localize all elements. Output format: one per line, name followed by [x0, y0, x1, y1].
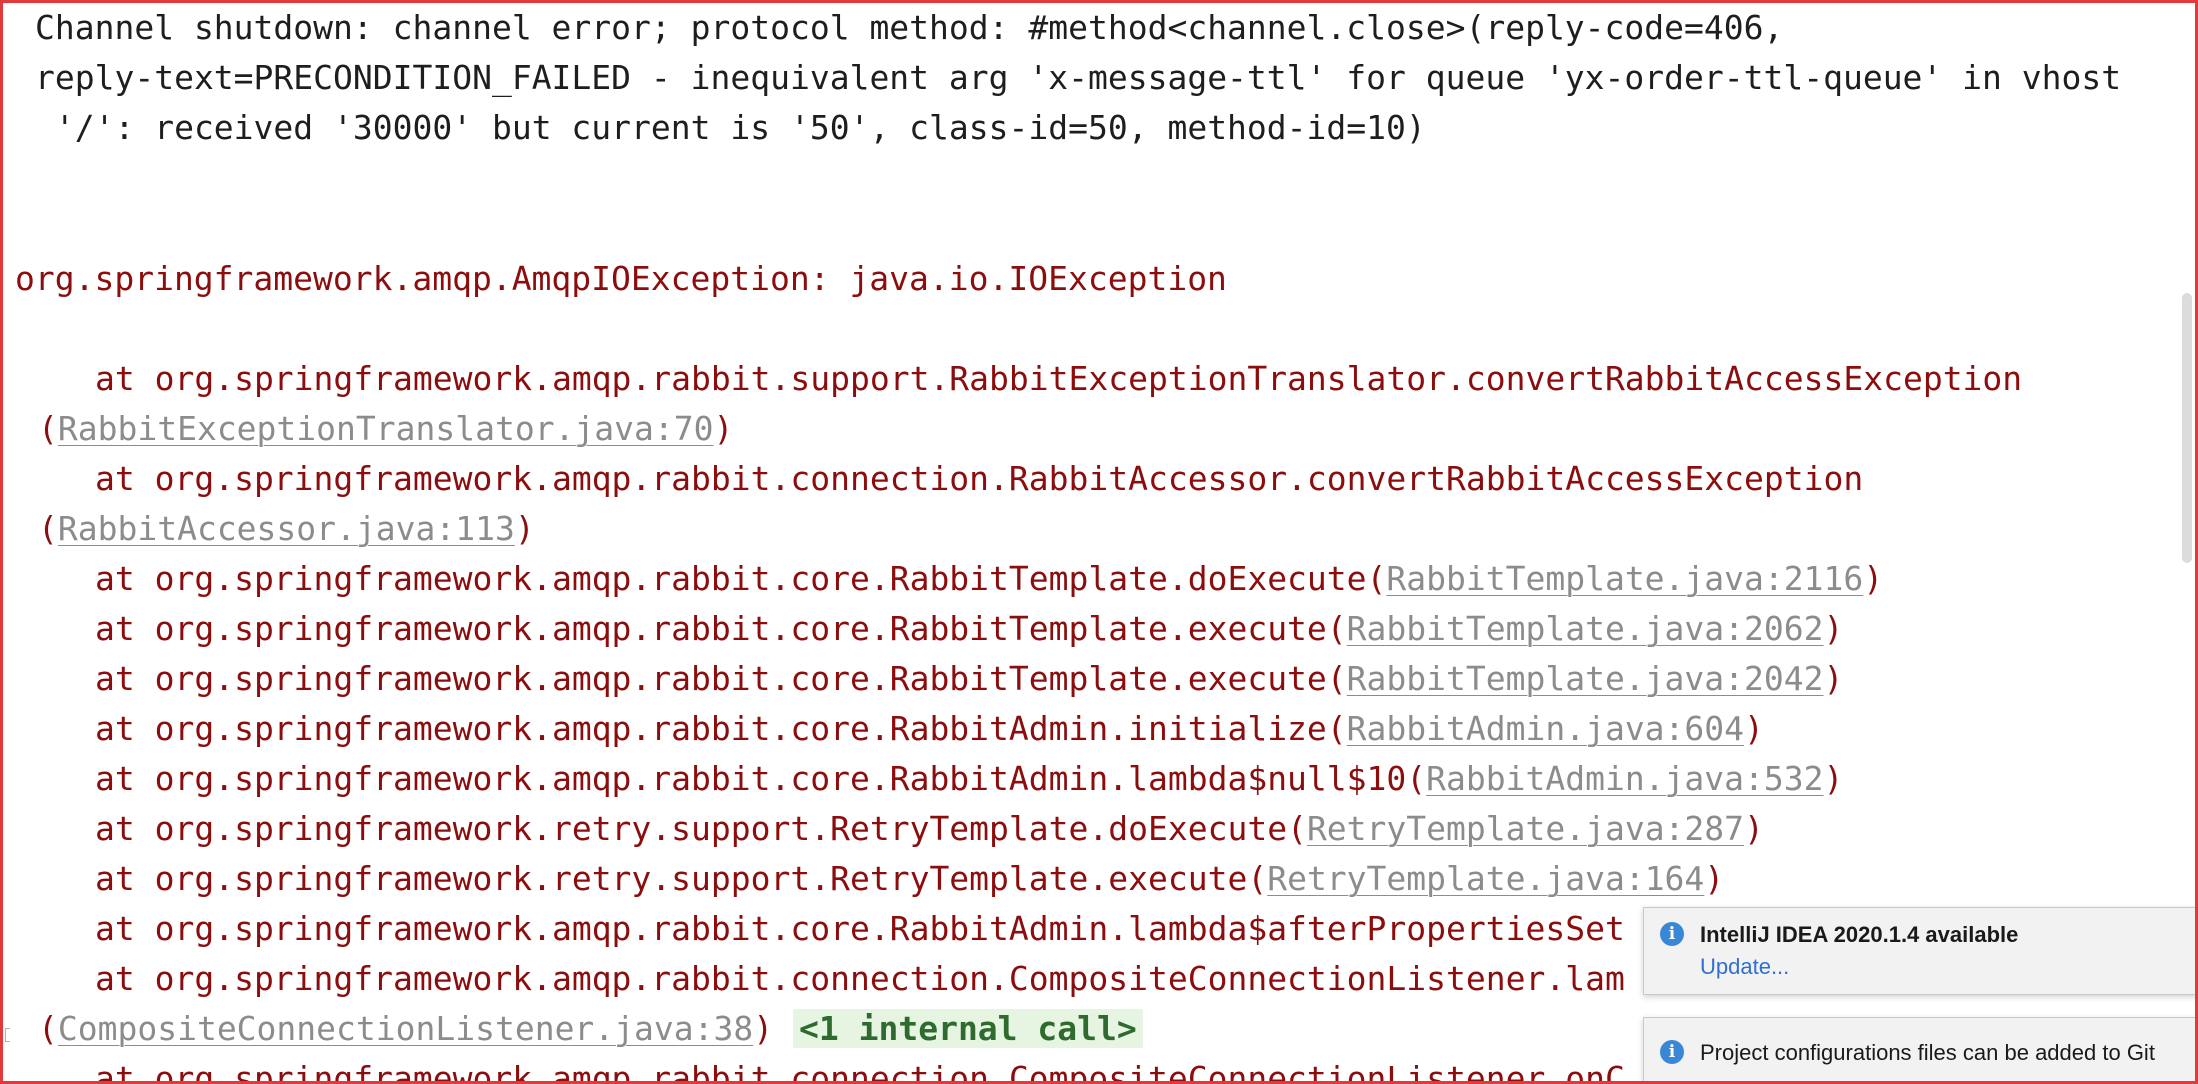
stack-frame-close-paren: ): [1744, 809, 1764, 848]
stack-frame-source-link[interactable]: RabbitTemplate.java:2042: [1347, 659, 1824, 698]
stack-frame-source-link[interactable]: RabbitAdmin.java:604: [1347, 709, 1744, 748]
console-header-line: '/': received '30000' but current is '50…: [35, 108, 1426, 147]
stack-frame-source-link[interactable]: RabbitExceptionTranslator.java:70: [58, 409, 714, 448]
console-header-line: Channel shutdown: channel error; protoco…: [35, 8, 1784, 47]
screenshot-frame: Channel shutdown: channel error; protoco…: [0, 0, 2198, 1084]
stack-frame-close-paren: ): [753, 1009, 774, 1048]
console-scrollbar[interactable]: [2182, 293, 2192, 563]
stack-frame-line: at org.springframework.amqp.rabbit.core.…: [95, 754, 1843, 804]
stack-frame-continuation: (RabbitAccessor.java:113): [38, 504, 535, 554]
stack-frame-close-paren: ): [1823, 659, 1844, 698]
stack-frame-line: at org.springframework.amqp.rabbit.suppo…: [95, 359, 2023, 398]
stack-frame-close-paren: ): [1704, 859, 1725, 898]
exception-line: org.springframework.amqp.AmqpIOException…: [15, 259, 1227, 298]
stack-frame-line: at org.springframework.amqp.rabbit.conne…: [95, 1059, 1625, 1084]
stack-frame-line: at org.springframework.retry.support.Ret…: [95, 854, 1724, 904]
stack-frame-method: at org.springframework.retry.support.Ret…: [95, 859, 1268, 898]
notification-text: Project configurations files can be adde…: [1700, 1040, 2155, 1065]
fold-marker-icon[interactable]: [5, 1028, 10, 1042]
stack-frame-close-paren: ): [514, 509, 535, 548]
info-icon: i: [1660, 922, 1684, 946]
stack-frame-continuation: (CompositeConnectionListener.java:38) <1…: [38, 1004, 1143, 1054]
stack-frame-line: at org.springframework.amqp.rabbit.core.…: [95, 604, 1843, 654]
stack-frame-close-paren: ): [1744, 709, 1764, 748]
console-header-line: reply-text=PRECONDITION_FAILED - inequiv…: [35, 58, 2122, 97]
stack-frame-line: at org.springframework.amqp.rabbit.core.…: [95, 704, 1764, 754]
stack-frame-source-link[interactable]: CompositeConnectionListener.java:38: [58, 1009, 753, 1048]
stack-frame-close-paren: ): [1823, 759, 1844, 798]
update-link[interactable]: Update...: [1700, 954, 1789, 980]
stack-frame-open-paren: (: [38, 509, 58, 548]
stack-frame-source-link[interactable]: RabbitTemplate.java:2116: [1386, 559, 1863, 598]
stack-frame-line: at org.springframework.amqp.rabbit.core.…: [95, 554, 1883, 604]
stack-frame-open-paren: (: [38, 409, 58, 448]
stack-frame-source-link[interactable]: RetryTemplate.java:287: [1307, 809, 1744, 848]
stack-frame-continuation: (RabbitExceptionTranslator.java:70): [38, 404, 733, 454]
stack-frame-close-paren: ): [1863, 559, 1884, 598]
update-notification[interactable]: i IntelliJ IDEA 2020.1.4 available Updat…: [1643, 907, 2195, 995]
stack-frame-close-paren: ): [713, 409, 734, 448]
internal-calls-fold[interactable]: <1 internal call>: [793, 1009, 1143, 1048]
stack-frame-open-paren: (: [38, 1009, 58, 1048]
stack-frame-method: at org.springframework.amqp.rabbit.core.…: [95, 609, 1347, 648]
stack-frame-method: at org.springframework.amqp.rabbit.core.…: [95, 659, 1347, 698]
stack-frame-source-link[interactable]: RabbitAdmin.java:532: [1426, 759, 1823, 798]
stack-frame-source-link[interactable]: RabbitAccessor.java:113: [58, 509, 515, 548]
stack-frame-line: at org.springframework.amqp.rabbit.core.…: [95, 654, 1843, 704]
notification-title: IntelliJ IDEA 2020.1.4 available: [1700, 922, 2019, 947]
git-notification[interactable]: i Project configurations files can be ad…: [1643, 1017, 2195, 1081]
stack-frame-line: at org.springframework.amqp.rabbit.conne…: [95, 459, 1864, 498]
info-icon: i: [1660, 1040, 1684, 1064]
stack-frame-line: at org.springframework.amqp.rabbit.conne…: [95, 959, 1625, 998]
stack-frame-method: at org.springframework.amqp.rabbit.core.…: [95, 559, 1387, 598]
stack-frame-method: at org.springframework.amqp.rabbit.core.…: [95, 759, 1427, 798]
stack-frame-method: at org.springframework.amqp.rabbit.core.…: [95, 709, 1347, 748]
stack-frame-source-link[interactable]: RetryTemplate.java:164: [1267, 859, 1704, 898]
stack-frame-line: at org.springframework.amqp.rabbit.core.…: [95, 909, 1625, 948]
stack-frame-source-link[interactable]: RabbitTemplate.java:2062: [1347, 609, 1824, 648]
stack-frame-line: at org.springframework.retry.support.Ret…: [95, 804, 1764, 854]
stack-frame-method: at org.springframework.retry.support.Ret…: [95, 809, 1307, 848]
stack-frame-close-paren: ): [1823, 609, 1844, 648]
